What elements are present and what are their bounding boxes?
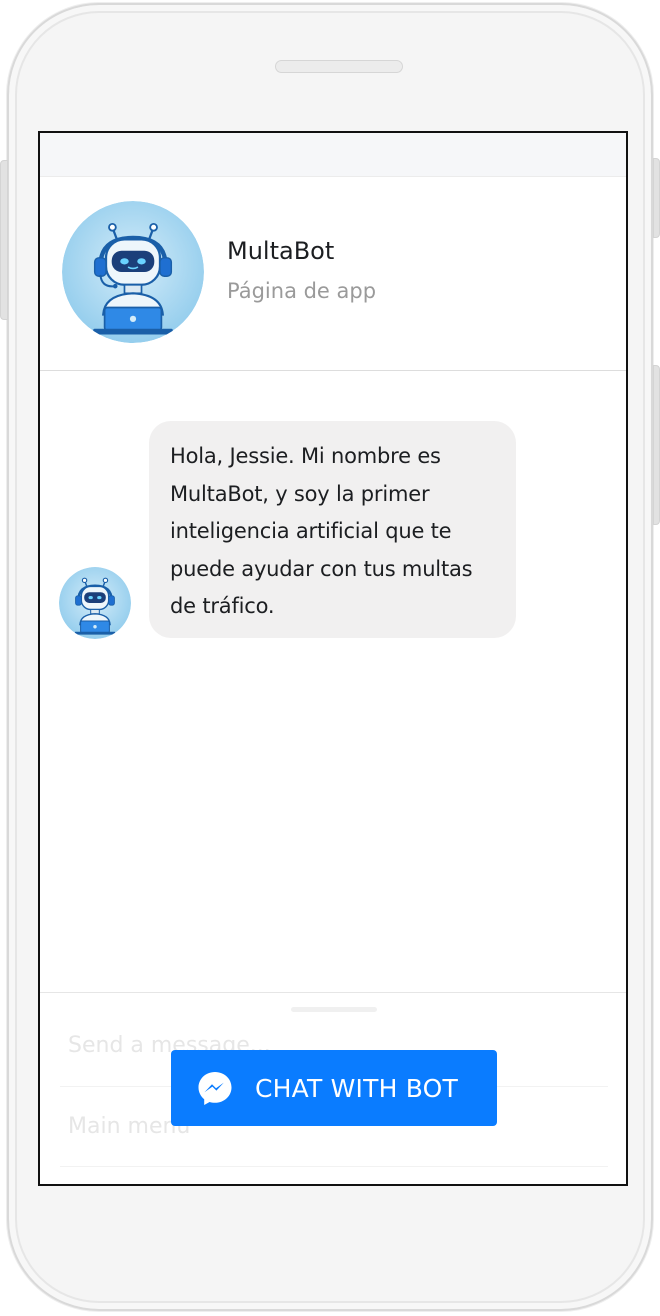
page-profile-header: MultaBot Página de app — [40, 177, 626, 371]
messenger-icon — [198, 1072, 232, 1105]
bot-avatar-icon — [59, 567, 131, 639]
chat-with-bot-label: CHAT WITH BOT — [255, 1073, 459, 1103]
status-bar — [40, 133, 626, 177]
phone-side-button-left — [0, 160, 8, 320]
page-category: Página de app — [227, 279, 377, 303]
robot-avatar-icon[interactable] — [62, 201, 204, 343]
chat-with-bot-button[interactable]: CHAT WITH BOT — [171, 1050, 497, 1126]
drawer-handle[interactable] — [291, 1007, 377, 1012]
messenger-screen: MultaBot Página de app Hola, Jessie. Mi … — [38, 131, 628, 1186]
bot-message-bubble: Hola, Jessie. Mi nombre es MultaBot, y s… — [149, 421, 516, 638]
phone-speaker — [275, 60, 403, 73]
phone-side-button-right-bottom — [653, 365, 660, 525]
page-name: MultaBot — [227, 237, 335, 265]
phone-side-button-right-top — [653, 158, 660, 238]
composer-divider — [60, 1166, 608, 1167]
